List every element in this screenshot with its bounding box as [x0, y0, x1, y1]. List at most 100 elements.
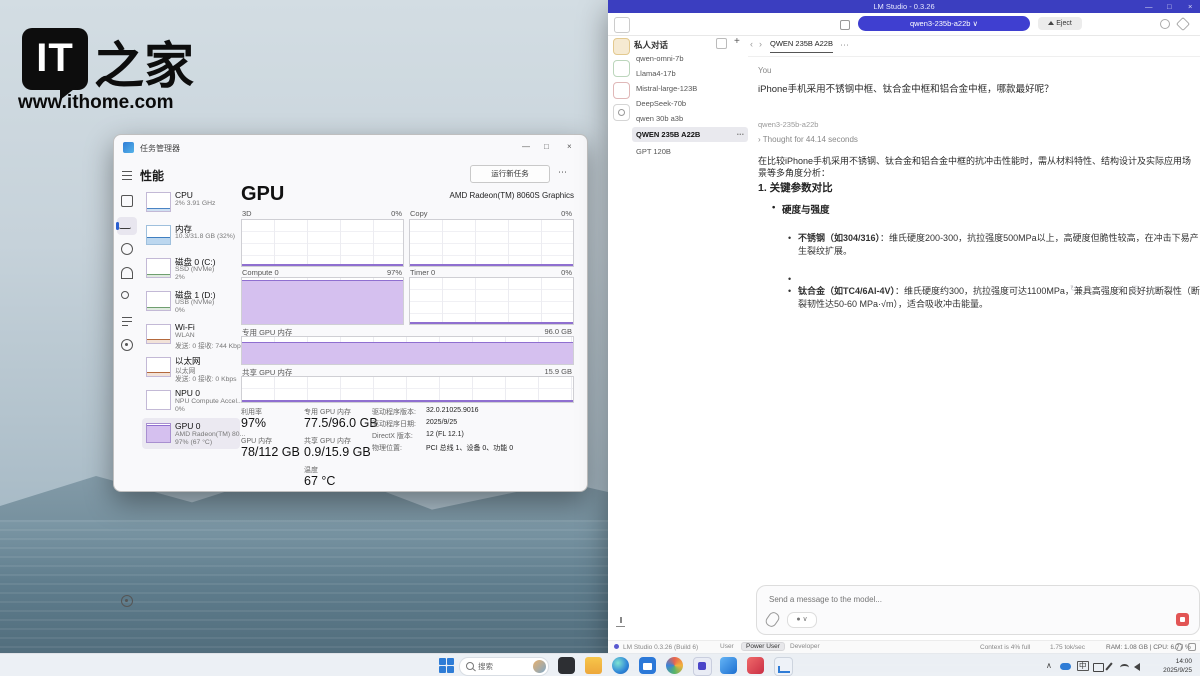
driver-date-value: 2025/9/25 [426, 419, 457, 426]
start-button[interactable] [438, 657, 455, 674]
loaded-model-pill[interactable]: qwen3-235b-a22b ∨ [858, 16, 1030, 31]
tools-pill[interactable]: ● ∨ [787, 612, 817, 628]
processes-icon[interactable] [121, 195, 133, 207]
tab-active-chat[interactable]: QWEN 235B A22B [770, 39, 833, 53]
battery-icon[interactable] [1093, 663, 1104, 672]
wifi-icon[interactable] [1120, 664, 1129, 671]
chat-item-selected[interactable]: QWEN 235B A22B⋯ [632, 127, 748, 142]
details-icon[interactable] [121, 315, 133, 327]
tm-titlebar[interactable]: 任务管理器 — □ × [114, 135, 587, 159]
lm-window-title: LM Studio - 0.3.26 [608, 2, 1200, 11]
sidebar-item-wifi[interactable]: Wi-Fi WLAN 发送: 0 接收: 744 Kbps [142, 319, 240, 350]
token-speed: 1.75 tok/sec [1050, 644, 1085, 651]
volume-icon[interactable] [1134, 663, 1140, 671]
taskbar-pen-app[interactable] [747, 657, 764, 674]
taskbar-store[interactable] [639, 657, 656, 674]
mode-user[interactable]: User [720, 643, 734, 650]
chat-item[interactable]: qwen-omni-7b [632, 52, 748, 65]
chat-item[interactable]: DeepSeek-70b [632, 97, 748, 110]
menu-hamburger-icon[interactable] [121, 169, 133, 181]
nav-forward-icon[interactable]: › [759, 39, 762, 49]
taskbar-search[interactable]: 搜索 [459, 657, 549, 676]
branch-icon[interactable]: ⊞ [1132, 284, 1139, 293]
sidebar-item-ethernet[interactable]: 以太网 以太网 发送: 0 接收: 0 Kbps [142, 352, 240, 383]
taskbar-copilot[interactable] [666, 657, 683, 674]
chat-item[interactable]: qwen 30b a3b [632, 112, 748, 125]
chart-dedicated-memory [241, 336, 574, 365]
tab-more-icon[interactable]: ⋯ [840, 40, 849, 51]
taskbar-photos[interactable] [720, 657, 737, 674]
tray-chevron-icon[interactable]: ∧ [1046, 661, 1056, 671]
taskbar-edge[interactable] [612, 657, 629, 674]
chat-input-box[interactable]: ● ∨ [756, 585, 1200, 635]
tray-clock[interactable]: 14:00 2025/9/25 [1148, 658, 1192, 676]
more-icon[interactable]: ⋯ [1148, 284, 1156, 293]
status-settings-icon[interactable] [1188, 643, 1196, 651]
taskbar-lm-studio-active[interactable] [693, 657, 712, 676]
settings-gear-icon[interactable] [121, 595, 133, 607]
tm-close-button[interactable]: × [567, 142, 572, 151]
lm-maximize-button[interactable]: □ [1167, 2, 1172, 11]
tm-more-button[interactable]: ⋯ [558, 167, 567, 178]
raw-icon[interactable]: ≡ [1118, 284, 1123, 293]
sidebar-item-npu[interactable]: NPU 0 NPU Compute Accel... 0% [142, 385, 240, 416]
services-icon[interactable] [121, 339, 133, 351]
settings-wrench-icon[interactable] [1176, 17, 1190, 31]
chats-icon[interactable] [613, 38, 630, 55]
models-folder-icon[interactable] [613, 82, 630, 99]
tm-maximize-button[interactable]: □ [544, 142, 549, 151]
chat-item[interactable]: Mistral-large-123B [632, 82, 748, 95]
eject-model-button[interactable]: Eject [1038, 17, 1082, 30]
panel-toggle-icon[interactable] [614, 17, 630, 33]
sidebar-item-disk1[interactable]: 磁盘 1 (D:) USB (NVMe) 0% [142, 286, 240, 317]
chip-icon[interactable] [840, 20, 850, 30]
gpu-pane-title: GPU [241, 183, 284, 206]
sidebar-item-gpu0[interactable]: GPU 0 AMD Radeon(TM) 80... 97% (67 °C) [142, 418, 240, 449]
sidebar-item-memory[interactable]: 内存 10.3/31.8 GB (32%) [142, 220, 240, 251]
lm-close-button[interactable]: × [1188, 2, 1192, 11]
app-history-icon[interactable] [121, 243, 133, 255]
mode-power-user[interactable]: Power User [741, 642, 785, 651]
temp-value: 67 °C [304, 474, 335, 488]
developer-icon[interactable] [613, 60, 630, 77]
ime-icon[interactable]: 中 [1077, 661, 1089, 671]
assistant-heading: 1. 关键参数对比 [758, 180, 833, 195]
new-chat-button[interactable]: + [734, 36, 740, 47]
lm-version: LM Studio 0.3.26 (Build 6) [623, 644, 698, 651]
sidebar-item-cpu[interactable]: CPU 2% 3.91 GHz [142, 187, 240, 218]
edit-icon[interactable]: ✎ [1086, 284, 1093, 293]
util-value: 97% [241, 416, 266, 430]
chat-item[interactable]: GPT 120B [632, 145, 748, 158]
performance-icon-selected[interactable] [117, 217, 137, 235]
lm-titlebar[interactable]: LM Studio - 0.3.26 — □ × [608, 0, 1200, 13]
copy-icon[interactable]: ⧉ [1102, 284, 1108, 293]
nav-back-icon[interactable]: ‹ [750, 39, 753, 49]
gpu-label: GPU 0 [175, 421, 201, 431]
notifications-icon[interactable] [1160, 19, 1170, 29]
run-new-task-button[interactable]: 运行新任务 [470, 165, 550, 183]
tm-minimize-button[interactable]: — [522, 142, 530, 151]
chat-item-more-icon[interactable]: ⋯ [737, 127, 745, 142]
taskbar-file-explorer[interactable] [585, 657, 602, 674]
wifi-label: Wi-Fi [175, 322, 195, 332]
regenerate-icon[interactable]: ↻ [1070, 284, 1077, 293]
onedrive-icon[interactable] [1060, 663, 1071, 670]
taskbar-app-widgets[interactable] [558, 657, 575, 674]
chat-item[interactable]: Llama4-17b [632, 67, 748, 80]
thought-toggle[interactable]: › Thought for 44.14 seconds [758, 135, 858, 144]
tm-window-title: 任务管理器 [140, 143, 180, 154]
lm-minimize-button[interactable]: — [1145, 2, 1153, 11]
downloads-icon[interactable] [616, 617, 625, 627]
collapse-list-icon[interactable] [716, 38, 727, 49]
wifi-sub1: WLAN [175, 332, 195, 339]
directx-label: DirectX 版本: [372, 431, 413, 441]
mode-developer[interactable]: Developer [790, 643, 820, 650]
taskbar-task-manager-active[interactable] [774, 657, 793, 676]
pen-icon[interactable] [1105, 662, 1112, 670]
users-icon[interactable] [121, 291, 133, 303]
startup-apps-icon[interactable] [121, 267, 133, 279]
user-account-icon[interactable] [1175, 643, 1183, 651]
stop-generating-button[interactable] [1176, 613, 1189, 626]
sidebar-item-disk0[interactable]: 磁盘 0 (C:) SSD (NVMe) 2% [142, 253, 240, 284]
discover-search-icon[interactable] [613, 104, 630, 121]
